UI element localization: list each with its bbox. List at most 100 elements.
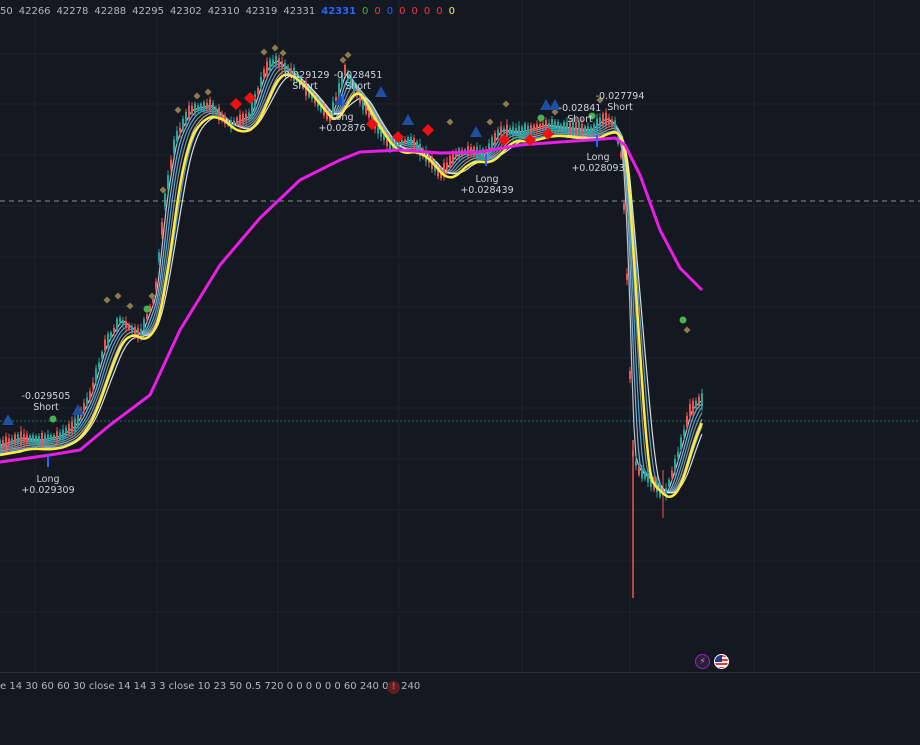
- candle: [401, 139, 403, 145]
- candle: [194, 103, 196, 115]
- price-chart[interactable]: -0.029505ShortLong+0.029309-0.029129Shor…: [0, 0, 920, 672]
- candle: [674, 459, 676, 471]
- trade-label-line2: Short: [345, 81, 371, 92]
- candle: [362, 100, 364, 110]
- signal-diamond: [486, 118, 494, 126]
- candle: [200, 103, 202, 111]
- signal-diamond: [271, 44, 279, 52]
- signal-dot: [679, 316, 687, 324]
- trade-label-line2: Short: [292, 81, 318, 92]
- indicator-value: 0: [423, 5, 431, 17]
- candle: [77, 413, 79, 425]
- candle: [143, 319, 145, 330]
- indicator-value: 0: [436, 5, 443, 17]
- candle: [536, 123, 538, 131]
- candle: [338, 82, 340, 96]
- signal-diamond: [344, 51, 352, 59]
- trade-label-line1: -0.028451: [334, 70, 383, 81]
- candle: [125, 321, 127, 328]
- candle: [185, 112, 187, 124]
- indicator-values: 50 42266 42278 42288 42295 42302 42310 42319 423…: [0, 0, 455, 22]
- bolt-icon[interactable]: ⚡: [695, 654, 710, 669]
- signal-diamond: [114, 292, 122, 300]
- trade-label-line1: Long: [37, 474, 60, 485]
- candle: [404, 139, 406, 144]
- indicator-value: 42295: [132, 5, 164, 17]
- candle: [122, 319, 124, 325]
- candle: [584, 126, 586, 133]
- candle: [557, 121, 559, 132]
- candle: [533, 125, 535, 131]
- signal-diamond: [279, 49, 287, 57]
- signal-diamond: [230, 98, 242, 110]
- candle: [614, 120, 616, 130]
- us-flag-icon[interactable]: [714, 654, 729, 669]
- candle: [524, 123, 526, 138]
- signal-diamond: [422, 124, 434, 136]
- indicator-params-text[interactable]: e 14 30 60 60 30 close 14 14 3 3 close 1…: [0, 681, 420, 692]
- candle: [491, 136, 493, 150]
- candle: [551, 119, 553, 133]
- signal-diamond: [193, 92, 201, 100]
- candle: [497, 129, 499, 138]
- chart-badges: ⚡: [695, 654, 729, 669]
- candle: [542, 123, 544, 128]
- candle: [71, 421, 73, 434]
- candle: [503, 128, 505, 133]
- signal-diamond: [502, 100, 510, 108]
- indicator-value: 0: [448, 5, 456, 17]
- candle: [134, 326, 136, 336]
- candle: [173, 139, 175, 153]
- candle: [236, 117, 238, 126]
- candle: [98, 362, 100, 368]
- candle: [254, 93, 256, 107]
- candle: [245, 113, 247, 121]
- indicator-value: 0: [411, 5, 418, 17]
- indicator-value: 0: [374, 5, 381, 17]
- candle: [413, 138, 415, 150]
- signal-dot: [143, 305, 151, 313]
- indicator-value: 0: [399, 5, 406, 17]
- candle: [365, 106, 367, 114]
- signal-triangle: [72, 404, 84, 415]
- candle: [671, 470, 673, 478]
- candle: [50, 435, 52, 441]
- indicator-value: 42278: [56, 5, 89, 17]
- candle: [512, 126, 514, 137]
- candle: [179, 127, 181, 133]
- candle: [593, 124, 595, 130]
- candle: [155, 281, 157, 290]
- candle: [647, 474, 649, 483]
- candle: [683, 429, 685, 436]
- candle: [410, 136, 412, 146]
- candle: [626, 273, 628, 280]
- candle: [209, 99, 211, 111]
- candle: [248, 112, 250, 119]
- candle: [41, 432, 43, 447]
- candle: [239, 114, 241, 126]
- candle: [668, 479, 670, 487]
- indicator-value: 42331: [283, 5, 316, 17]
- candle: [164, 193, 166, 207]
- alert-icon[interactable]: !: [387, 681, 400, 694]
- candle: [500, 126, 502, 134]
- candle: [266, 61, 268, 75]
- candle: [38, 436, 40, 444]
- indicator-params-bar: e 14 30 60 60 30 close 14 14 3 3 close 1…: [0, 672, 920, 745]
- trade-label-line2: +0.028439: [460, 185, 513, 196]
- candle: [83, 403, 85, 411]
- candle: [110, 332, 112, 338]
- candle: [599, 117, 601, 127]
- candle: [509, 127, 511, 135]
- signal-triangle: [470, 126, 482, 137]
- candle: [29, 435, 31, 443]
- candle: [281, 61, 283, 70]
- signal-diamond: [126, 302, 134, 310]
- trade-label-line1: -0.029505: [22, 391, 71, 402]
- signal-diamond: [103, 296, 111, 304]
- candle: [23, 434, 25, 443]
- candle: [527, 125, 529, 134]
- candle: [95, 368, 97, 382]
- candle: [623, 203, 625, 211]
- signal-diamond: [446, 118, 454, 126]
